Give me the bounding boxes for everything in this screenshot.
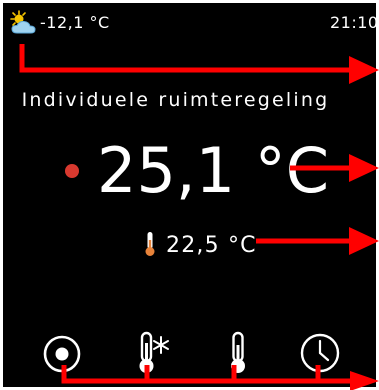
annotation-arrows: [19, 44, 379, 390]
